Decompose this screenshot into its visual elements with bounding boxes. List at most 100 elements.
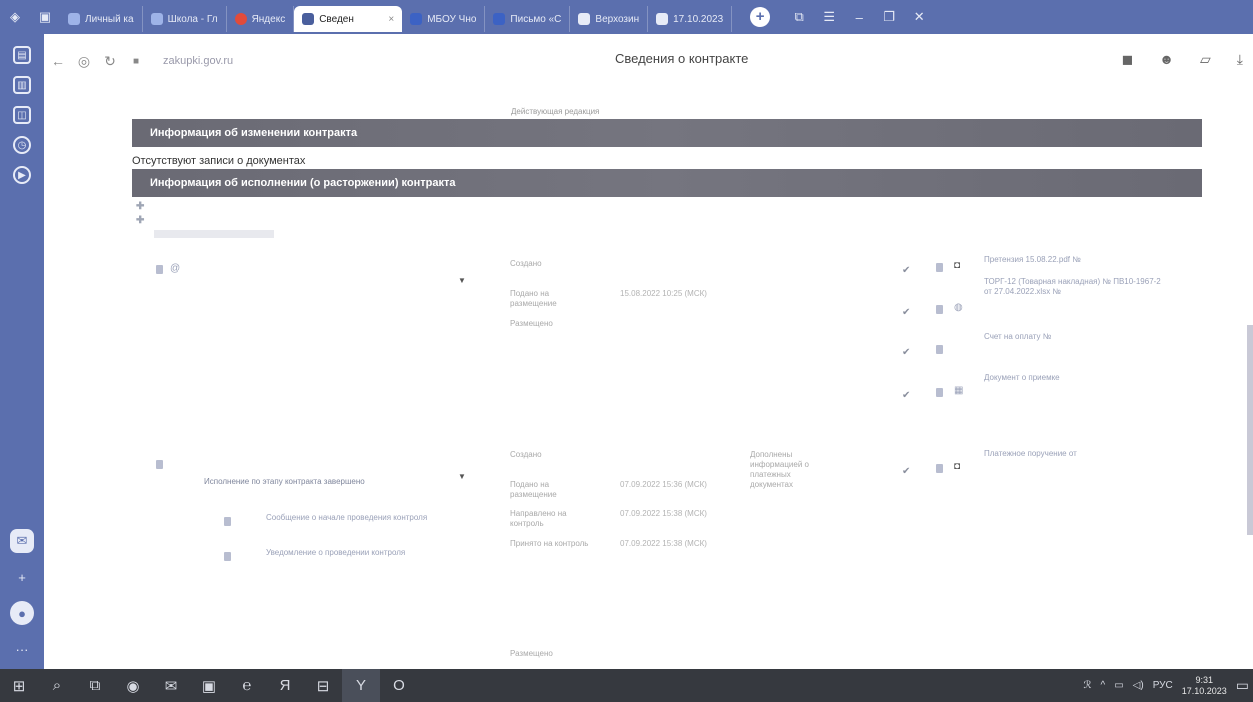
doc-icon: [578, 13, 591, 25]
network-icon[interactable]: ▭: [1114, 680, 1123, 691]
lock-icon: ■: [132, 55, 140, 67]
tabs-overview-icon[interactable]: ▣: [30, 9, 60, 25]
subitem-link[interactable]: Уведомление о проведении контроля: [266, 548, 446, 558]
sidebar-mail-icon[interactable]: ✉: [10, 529, 34, 553]
changes-header: Информация об изменении контракта: [132, 119, 1202, 147]
checkmark-icon: ✔: [902, 390, 911, 401]
new-tab-button[interactable]: +: [750, 7, 771, 27]
action-create-1[interactable]: ✚: [136, 201, 150, 212]
page-scrollbar[interactable]: [1247, 325, 1253, 535]
tab-5[interactable]: МБОУ Чно: [402, 6, 486, 32]
yandex-browser-icon[interactable]: Y: [342, 669, 380, 702]
faint-line: [154, 230, 274, 238]
tab-1[interactable]: Личный ка: [60, 6, 143, 32]
volume-icon[interactable]: ◁): [1133, 680, 1144, 691]
restore-button[interactable]: ❐: [874, 9, 904, 25]
attached-doc[interactable]: Документ о приемке: [984, 373, 1169, 383]
sidebar-play-icon[interactable]: ▶: [13, 166, 31, 184]
task-view-icon[interactable]: ⧉: [76, 669, 114, 702]
address-actions: ◼ ☻ ▱ ⤓: [1122, 51, 1243, 68]
field-label: Подано на размещение: [510, 480, 557, 499]
field-value: 07.09.2022 15:38 (МСК): [620, 539, 707, 548]
close-window-button[interactable]: ✕: [904, 9, 934, 25]
field-label: Принято на контроль: [510, 539, 589, 548]
no-entries-text: Отсутствуют записи о документах: [132, 155, 306, 167]
store-icon[interactable]: ⊟: [304, 669, 342, 702]
doc-print-icon[interactable]: [224, 552, 231, 561]
search-icon[interactable]: ⌕: [38, 669, 76, 702]
notification-icon[interactable]: ▭: [1236, 677, 1249, 694]
checkmark-icon: ✔: [902, 265, 911, 276]
browser-menu-icon[interactable]: ◈: [0, 9, 30, 25]
checkmark-icon: ✔: [902, 347, 911, 358]
doc-print-icon[interactable]: [936, 345, 943, 354]
download-icon[interactable]: ⤓: [1237, 51, 1243, 68]
tab-6[interactable]: Письмо «С: [485, 6, 571, 32]
bookmark-icon[interactable]: ◼: [1122, 51, 1134, 68]
field-value: 07.09.2022 15:36 (МСК): [620, 480, 707, 489]
doc-print-icon[interactable]: [936, 464, 943, 473]
attachment-icon[interactable]: @: [170, 263, 180, 274]
chevron-down-icon[interactable]: ▼: [458, 276, 466, 285]
action-create-2[interactable]: ✚: [136, 215, 150, 226]
sidebar-add-icon[interactable]: +: [10, 565, 34, 589]
system-tray: ℛ ^ ▭ ◁) РУС 9:31 17.10.2023 ▭: [1084, 669, 1249, 702]
url-text[interactable]: zakupki.gov.ru: [163, 55, 233, 67]
sidebar-alice-icon[interactable]: ●: [10, 601, 34, 625]
sidebar-screenshot-icon[interactable]: ◫: [13, 106, 31, 124]
doc-print-icon[interactable]: [936, 388, 943, 397]
sidebar-panel-icon[interactable]: ▤: [13, 46, 31, 64]
windows-start-icon[interactable]: ⊞: [0, 669, 38, 702]
subitem-link[interactable]: Сообщение о начале проведения контроля: [266, 513, 446, 523]
windows-taskbar: ⊞ ⌕ ⧉ ◉ ✉ ▣ ℮ Я ⊟ Y O ℛ ^ ▭ ◁) РУС 9:31 1…: [0, 669, 1253, 702]
chrome-icon[interactable]: ◉: [114, 669, 152, 702]
doc-print-icon[interactable]: [936, 263, 943, 272]
collections-icon[interactable]: ⧉: [784, 9, 814, 25]
tab-2[interactable]: Школа - Гл: [143, 6, 227, 32]
vk-icon: [68, 13, 80, 25]
attached-doc[interactable]: Платежное поручение от: [984, 449, 1169, 459]
settings-menu-icon[interactable]: ☰: [814, 9, 844, 25]
photos-icon[interactable]: ▣: [190, 669, 228, 702]
minimize-button[interactable]: –: [844, 10, 874, 25]
protect-icon[interactable]: ◎: [71, 53, 97, 70]
chevron-up-icon[interactable]: ^: [1101, 680, 1106, 691]
attached-doc[interactable]: Претензия 15.08.22.pdf №: [984, 255, 1169, 265]
attached-doc[interactable]: Счет на оплату №: [984, 332, 1169, 342]
doc-print-icon[interactable]: [156, 460, 163, 469]
clock[interactable]: 9:31 17.10.2023: [1182, 675, 1227, 697]
attached-doc[interactable]: ТОРГ-12 (Товарная накладная) № ПВ10-1967…: [984, 277, 1169, 297]
language-indicator[interactable]: РУС: [1153, 680, 1173, 691]
sidebar-more-icon[interactable]: ···: [10, 637, 34, 661]
execution-header: Информация об исполнении (о расторжении)…: [132, 169, 1202, 197]
yandex-icon[interactable]: Я: [266, 669, 304, 702]
tab-active[interactable]: Сведен ×: [294, 6, 403, 32]
reload-icon[interactable]: ↻: [97, 53, 123, 70]
sidebar-bottom: ✉ + ● ···: [0, 529, 44, 661]
doc-print-icon[interactable]: [156, 265, 163, 274]
add-icon: ✚: [136, 201, 145, 212]
field-value: 07.09.2022 15:38 (МСК): [620, 509, 707, 518]
back-arrow-icon[interactable]: ←: [45, 53, 71, 69]
checkmark-icon: ✔: [902, 466, 911, 477]
sidebar-history-icon[interactable]: ◷: [13, 136, 31, 154]
person-icon[interactable]: ℛ: [1084, 680, 1092, 691]
edge-icon[interactable]: ℮: [228, 669, 266, 702]
tab-7[interactable]: Верхозин: [570, 6, 649, 32]
sidebar-reading-icon[interactable]: ▥: [13, 76, 31, 94]
mail-icon[interactable]: ✉: [152, 669, 190, 702]
extra-info: Дополнены информацией о платежных докуме…: [750, 450, 809, 489]
tab-8[interactable]: 17.10.2023: [648, 6, 733, 32]
doc-print-icon[interactable]: [224, 517, 231, 526]
field-value: 15.08.2022 10:25 (МСК): [620, 289, 707, 298]
opera-icon[interactable]: O: [380, 669, 418, 702]
field-label: Создано: [510, 450, 542, 459]
doc-print-icon[interactable]: [936, 305, 943, 314]
record2-status: Исполнение по этапу контракта завершено: [204, 477, 365, 486]
extension-icon[interactable]: ☻: [1159, 51, 1174, 68]
pdf-file-icon: ◘: [954, 260, 961, 271]
page-title: Сведения о контракте: [615, 51, 749, 66]
tab-close-icon[interactable]: ×: [388, 14, 394, 25]
tab-3[interactable]: Яндекс: [227, 6, 295, 32]
reader-icon[interactable]: ▱: [1200, 51, 1211, 68]
